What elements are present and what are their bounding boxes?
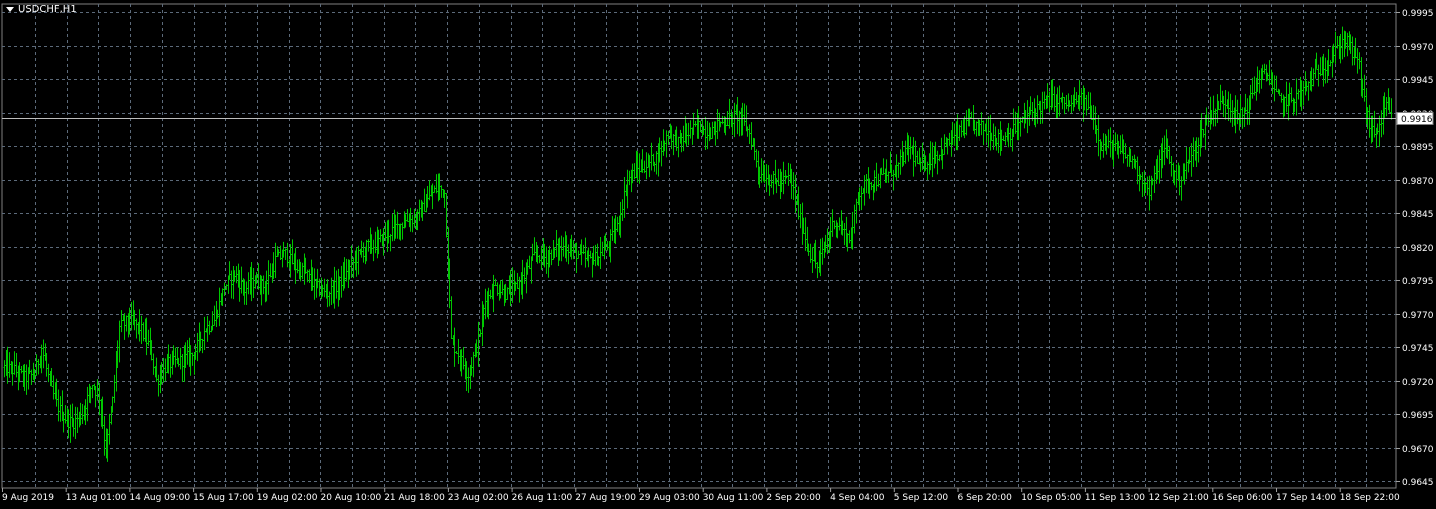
price-chart[interactable]: 0.99950.99700.99450.99200.98950.98700.98… bbox=[0, 0, 1436, 509]
y-tick-label: 0.9970 bbox=[1402, 43, 1434, 53]
chart-title: USDCHF,H1 bbox=[18, 4, 77, 15]
x-tick-label: 23 Aug 02:00 bbox=[448, 493, 509, 503]
x-tick-label: 27 Aug 19:00 bbox=[575, 493, 636, 503]
x-tick-label: 4 Sep 04:00 bbox=[830, 493, 885, 503]
y-tick-label: 0.9770 bbox=[1402, 311, 1434, 321]
x-tick-label: 20 Aug 10:00 bbox=[321, 493, 382, 503]
x-tick-label: 18 Sep 22:00 bbox=[1340, 493, 1400, 503]
symbol-label[interactable]: USDCHF,H1 bbox=[6, 4, 77, 15]
current-price-label: 0.9916 bbox=[1401, 115, 1433, 125]
y-tick-label: 0.9645 bbox=[1402, 478, 1434, 488]
x-tick-label: 6 Sep 20:00 bbox=[958, 493, 1013, 503]
y-tick-label: 0.9695 bbox=[1402, 411, 1434, 421]
y-tick-label: 0.9995 bbox=[1402, 9, 1434, 19]
x-tick-label: 16 Sep 06:00 bbox=[1212, 493, 1272, 503]
x-tick-label: 9 Aug 2019 bbox=[2, 493, 54, 503]
y-tick-label: 0.9795 bbox=[1402, 277, 1434, 287]
x-tick-label: 12 Sep 21:00 bbox=[1149, 493, 1209, 503]
x-tick-label: 2 Sep 20:00 bbox=[766, 493, 821, 503]
x-tick-label: 19 Aug 02:00 bbox=[257, 493, 318, 503]
y-tick-label: 0.9720 bbox=[1402, 378, 1434, 388]
y-tick-label: 0.9945 bbox=[1402, 76, 1434, 86]
x-tick-label: 11 Sep 13:00 bbox=[1085, 493, 1145, 503]
chart-window[interactable]: 0.99950.99700.99450.99200.98950.98700.98… bbox=[0, 0, 1436, 509]
x-tick-label: 13 Aug 01:00 bbox=[66, 493, 127, 503]
y-tick-label: 0.9870 bbox=[1402, 177, 1434, 187]
x-tick-label: 17 Sep 14:00 bbox=[1276, 493, 1336, 503]
y-tick-label: 0.9845 bbox=[1402, 210, 1434, 220]
chart-frame bbox=[1, 3, 1397, 489]
y-tick-label: 0.9670 bbox=[1402, 445, 1434, 455]
x-tick-label: 21 Aug 18:00 bbox=[384, 493, 445, 503]
x-tick-label: 10 Sep 05:00 bbox=[1021, 493, 1081, 503]
x-tick-label: 14 Aug 09:00 bbox=[129, 493, 190, 503]
x-tick-label: 26 Aug 11:00 bbox=[512, 493, 573, 503]
y-tick-label: 0.9820 bbox=[1402, 244, 1434, 254]
x-tick-label: 15 Aug 17:00 bbox=[193, 493, 254, 503]
y-tick-label: 0.9745 bbox=[1402, 344, 1434, 354]
x-tick-label: 30 Aug 11:00 bbox=[703, 493, 764, 503]
y-tick-label: 0.9895 bbox=[1402, 143, 1434, 153]
x-tick-label: 5 Sep 12:00 bbox=[894, 493, 949, 503]
chevron-down-icon[interactable] bbox=[6, 7, 14, 12]
x-tick-label: 29 Aug 03:00 bbox=[639, 493, 700, 503]
